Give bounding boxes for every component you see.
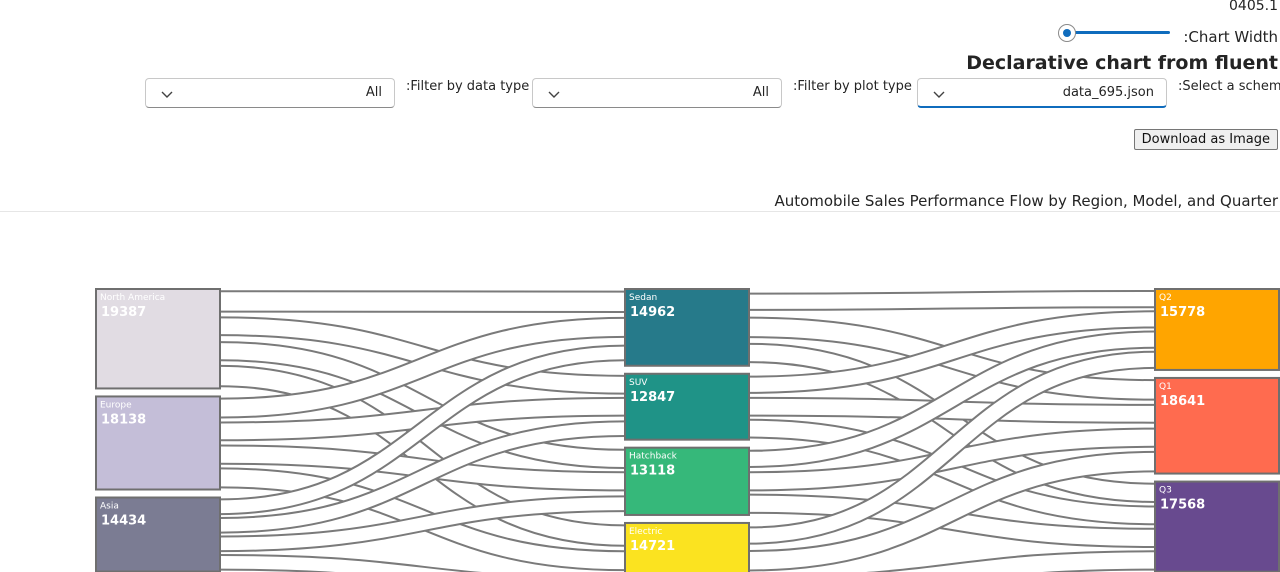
sankey-node-rect	[1154, 480, 1280, 572]
sankey-node-label: SUV	[629, 378, 648, 388]
data-type-label: :Filter by data type	[406, 79, 530, 94]
plot-type-dropdown[interactable]: All	[532, 78, 782, 108]
sankey-node-value: 14721	[630, 539, 675, 554]
data-type-dropdown-value: All	[365, 85, 382, 100]
schema-label: :Select a schema	[1178, 79, 1280, 94]
sankey-node-rect	[95, 288, 221, 390]
data-type-dropdown[interactable]: All	[145, 78, 395, 108]
chevron-down-icon	[548, 91, 560, 98]
sankey-node-label: Sedan	[629, 293, 657, 303]
chevron-down-icon	[933, 91, 945, 98]
sankey-node-value: 14962	[630, 305, 675, 320]
sankey-node-q2[interactable]: Q2 15778	[1154, 288, 1280, 371]
sankey-node-label: Q2	[1159, 293, 1172, 303]
sankey-node-value: 17568	[1160, 498, 1205, 513]
page-heading: Declarative chart from fluent	[966, 52, 1278, 74]
chart-width-label: :Chart Width	[1183, 28, 1278, 46]
sankey-node-value: 12847	[630, 390, 675, 405]
sankey-node-value: 13118	[630, 464, 675, 479]
sankey-node-label: Asia	[100, 502, 119, 512]
sankey-node-north-america[interactable]: North America 19387	[95, 288, 221, 390]
sankey-node-europe[interactable]: Europe 18138	[95, 395, 221, 491]
sankey-node-value: 18138	[101, 412, 146, 427]
sankey-node-asia[interactable]: Asia 14434	[95, 496, 221, 572]
sankey-node-label: Europe	[100, 400, 132, 410]
sankey-chart: North America 19387 Europe 18138 Asia 14434 Se…	[95, 288, 1280, 572]
sankey-node-label: North America	[100, 293, 165, 303]
chart-title: Automobile Sales Performance Flow by Reg…	[774, 192, 1278, 210]
schema-dropdown[interactable]: data_695.json	[917, 78, 1167, 108]
sankey-node-value: 15778	[1160, 305, 1205, 320]
download-image-button[interactable]: Download as Image	[1133, 129, 1278, 150]
sankey-node-q3[interactable]: Q3 17568	[1154, 480, 1280, 572]
schema-dropdown-value: data_695.json	[1062, 85, 1154, 100]
chart-width-slider-thumb[interactable]	[1058, 24, 1076, 42]
sankey-node-label: Hatchback	[629, 452, 678, 462]
sankey-node-rect	[1154, 288, 1280, 371]
chart-width-slider[interactable]	[1068, 31, 1170, 34]
sankey-node-label: Q1	[1159, 382, 1172, 392]
version-label: 0405.1	[1229, 0, 1278, 14]
sankey-node-hatchback[interactable]: Hatchback 13118	[624, 446, 750, 516]
sankey-node-label: Electric	[629, 527, 662, 537]
sankey-node-electric[interactable]: Electric 14721	[624, 521, 750, 572]
sankey-node-q1[interactable]: Q1 18641	[1154, 376, 1280, 475]
sankey-node-sedan[interactable]: Sedan 14962	[624, 288, 750, 367]
plot-type-label: :Filter by plot type	[793, 79, 912, 94]
sankey-link-sedan-to-q2[interactable]	[748, 292, 1156, 309]
sankey-node-value: 19387	[101, 305, 146, 320]
chevron-down-icon	[161, 91, 173, 98]
sankey-node-rect	[1154, 376, 1280, 475]
sankey-node-value: 18641	[1160, 394, 1205, 409]
sankey-node-label: Q3	[1159, 486, 1172, 496]
sankey-node-value: 14434	[101, 514, 146, 529]
plot-type-dropdown-value: All	[752, 85, 769, 100]
sankey-node-suv[interactable]: SUV 12847	[624, 372, 750, 441]
